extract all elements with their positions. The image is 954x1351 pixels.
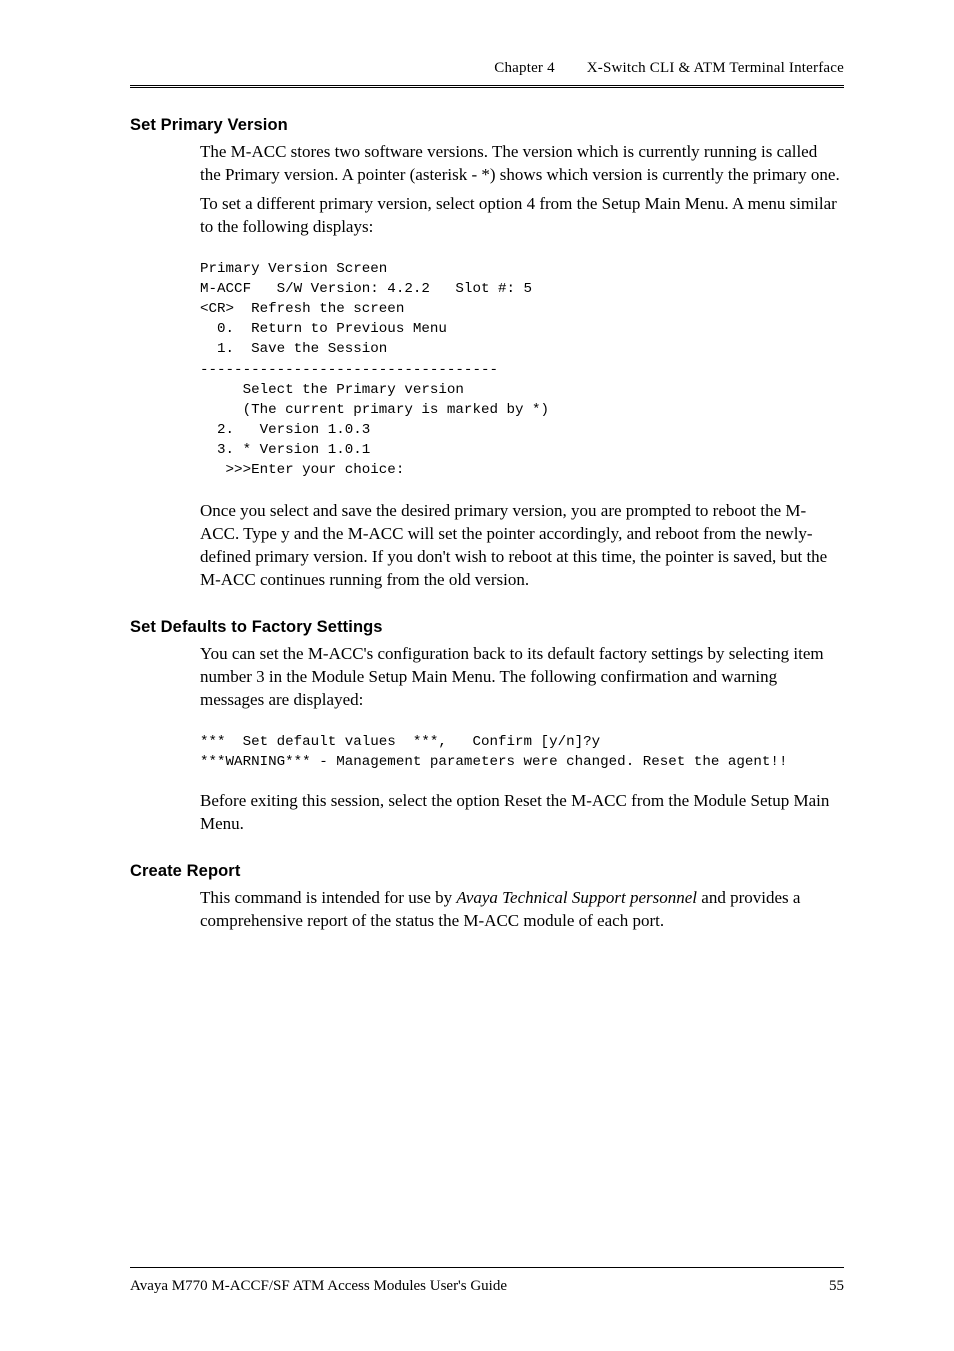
running-header: Chapter 4 X-Switch CLI & ATM Terminal In…	[130, 60, 844, 77]
chapter-title: X-Switch CLI & ATM Terminal Interface	[587, 60, 844, 76]
section-create-report-body: This command is intended for use by Avay…	[200, 887, 844, 933]
header-rule-thin	[130, 87, 844, 88]
section-set-primary-version-body: The M-ACC stores two software versions. …	[200, 141, 844, 592]
paragraph: Once you select and save the desired pri…	[200, 500, 840, 592]
paragraph: This command is intended for use by Avay…	[200, 887, 840, 933]
paragraph: Before exiting this session, select the …	[200, 790, 840, 836]
chapter-label: Chapter 4	[494, 60, 555, 77]
paragraph: You can set the M-ACC's configuration ba…	[200, 643, 840, 712]
text-run: This command is intended for use by	[200, 888, 456, 907]
page-footer: Avaya M770 M-ACCF/SF ATM Access Modules …	[130, 1267, 844, 1295]
section-set-defaults-body: You can set the M-ACC's configuration ba…	[200, 643, 844, 836]
heading-set-defaults: Set Defaults to Factory Settings	[130, 618, 844, 637]
paragraph: The M-ACC stores two software versions. …	[200, 141, 840, 187]
footer-page-number: 55	[829, 1278, 844, 1295]
footer-guide-title: Avaya M770 M-ACCF/SF ATM Access Modules …	[130, 1278, 507, 1295]
page: Chapter 4 X-Switch CLI & ATM Terminal In…	[0, 0, 954, 1351]
heading-create-report: Create Report	[130, 862, 844, 881]
code-primary-version-screen: Primary Version Screen M-ACCF S/W Versio…	[200, 259, 844, 481]
footer-rule	[130, 1267, 844, 1268]
paragraph: To set a different primary version, sele…	[200, 193, 840, 239]
footer-row: Avaya M770 M-ACCF/SF ATM Access Modules …	[130, 1278, 844, 1295]
emphasis-personnel: Avaya Technical Support personnel	[456, 888, 697, 907]
heading-set-primary-version: Set Primary Version	[130, 116, 844, 135]
header-rule-thick	[130, 85, 844, 86]
code-set-defaults: *** Set default values ***, Confirm [y/n…	[200, 732, 844, 772]
